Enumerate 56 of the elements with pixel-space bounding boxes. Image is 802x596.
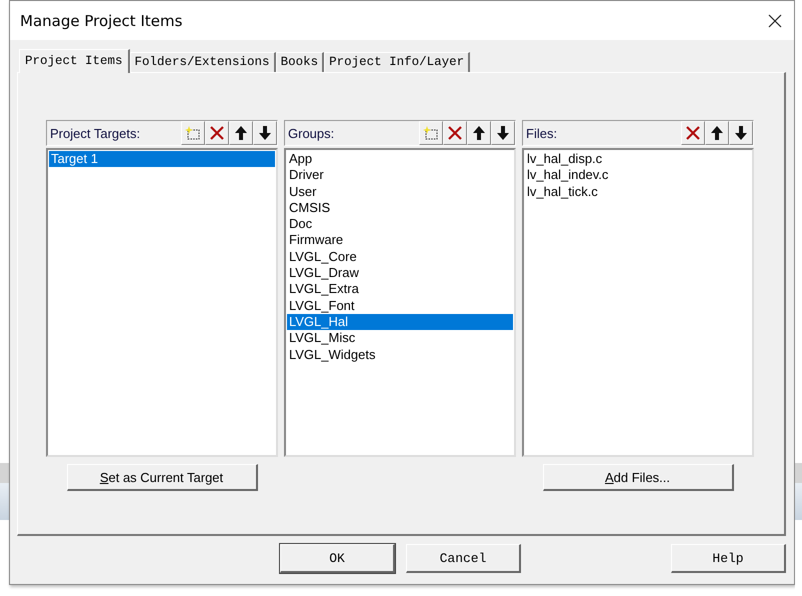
arrow-up-icon [709,125,725,141]
list-item[interactable]: App [287,151,513,168]
delete-button[interactable] [205,121,229,145]
dashed-square-icon [423,125,439,141]
arrow-up-icon [471,125,487,141]
list-box[interactable]: Target 1 [46,148,278,457]
list-item[interactable]: Driver [287,167,513,184]
list-item[interactable]: LVGL_Font [287,298,513,314]
list-item[interactable]: lv_hal_disp.c [525,151,751,168]
list-item[interactable]: CMSIS [287,200,513,216]
move-down-button[interactable] [491,121,515,145]
move-up-button[interactable] [229,121,253,145]
list-item[interactable]: LVGL_Misc [287,330,513,347]
tab[interactable]: Folders/Extensions [130,52,276,72]
list-item[interactable]: LVGL_Core [287,248,513,266]
pane-title: Groups: [288,126,334,140]
action-button[interactable]: Set as Current Target [66,464,258,491]
pane-title: Project Targets: [50,126,140,140]
move-down-button[interactable] [253,121,277,145]
list-item[interactable]: Doc [287,216,513,232]
list-item[interactable]: lv_hal_tick.c [525,184,751,200]
move-up-button[interactable] [705,121,729,145]
help-button[interactable]: Help [671,544,786,573]
cross-icon [447,125,463,141]
new-item-button[interactable] [181,121,205,145]
ok-button[interactable]: OK [280,544,395,573]
list-box[interactable]: lv_hal_disp.c lv_hal_indev.c lv_hal_tick.c [522,148,754,457]
list-item[interactable]: LVGL_Widgets [287,346,513,363]
move-up-button[interactable] [467,121,491,145]
tab[interactable]: Project Items [19,49,130,73]
cancel-button[interactable]: Cancel [406,544,521,573]
action-button[interactable]: Add Files... [542,464,734,491]
list-item[interactable]: Firmware [287,232,513,249]
new-item-button[interactable] [419,121,443,145]
cross-icon [209,125,225,141]
cross-icon [685,125,701,141]
list-item[interactable]: lv_hal_indev.c [525,167,751,184]
tab[interactable]: Books [276,52,324,72]
tab[interactable]: Project Info/Layer [324,52,470,72]
delete-button[interactable] [443,121,467,145]
list-item[interactable]: Target 1 [49,151,275,168]
list-item[interactable]: LVGL_Hal [287,314,513,330]
list-box[interactable]: App Driver User CMSIS Doc Firmware LVGL_Core LVGL_Draw LVGL_Extra LVGL_Font LVGL_Hal LVGL_Misc LVGL_Widgets [284,148,516,457]
arrow-down-icon [733,125,749,141]
move-down-button[interactable] [729,121,753,145]
window-title: Manage Project Items [20,12,182,30]
close-icon[interactable] [768,14,782,28]
pane-title: Files: [526,126,558,140]
arrow-up-icon [233,125,249,141]
list-item[interactable]: User [287,184,513,200]
arrow-down-icon [495,125,511,141]
dashed-square-icon [185,125,201,141]
delete-button[interactable] [681,121,705,145]
list-item[interactable]: LVGL_Draw [287,265,513,282]
list-item[interactable]: LVGL_Extra [287,281,513,298]
arrow-down-icon [257,125,273,141]
